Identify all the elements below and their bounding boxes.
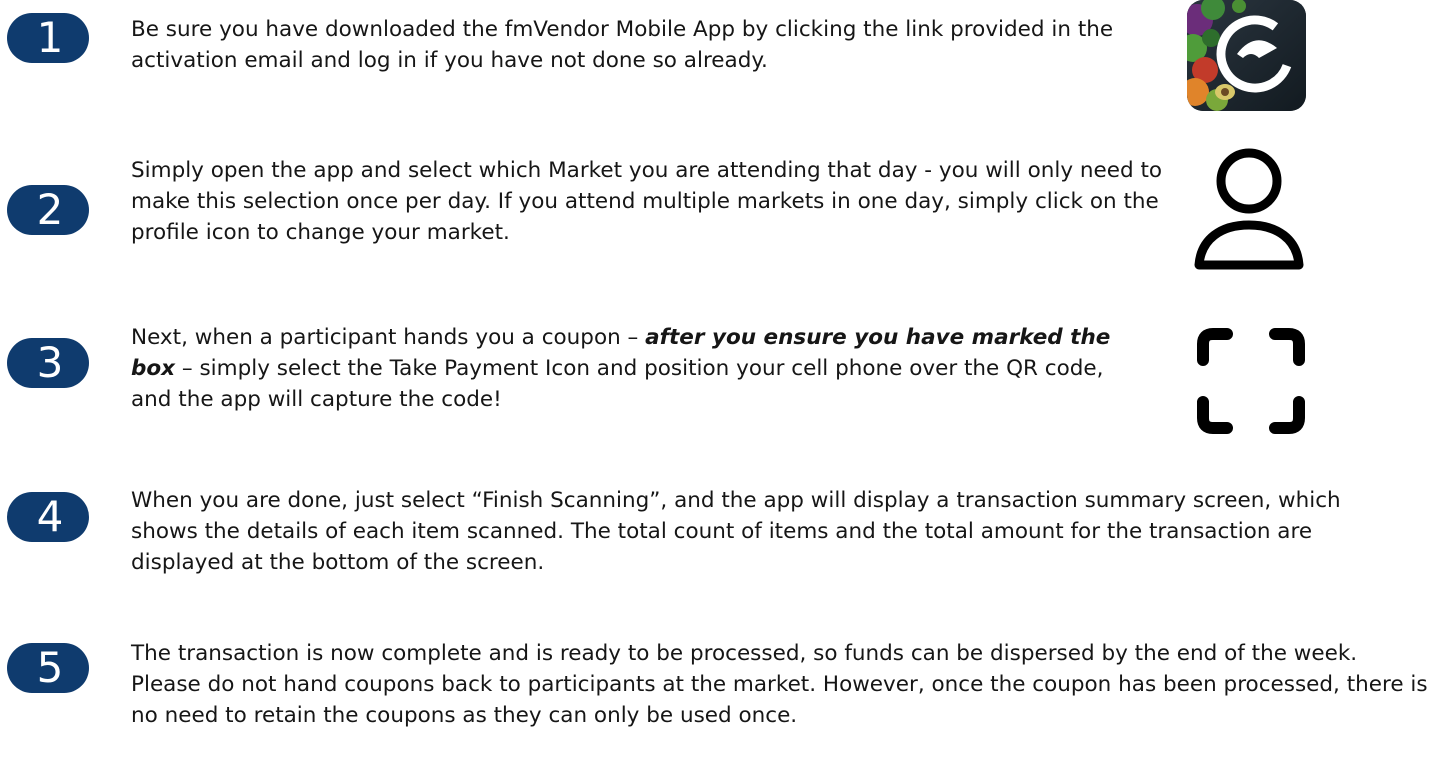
step-text: Be sure you have downloaded the fmVendor… [131,17,1114,73]
step-number-badge: 1 [7,13,89,63]
step-text: Next, when a participant hands you a cou… [131,322,1121,415]
step-number-badge: 2 [7,185,89,235]
step-text: The transaction is now complete and is r… [131,641,1428,728]
step-number-badge: 3 [7,338,89,388]
take-payment-scan-icon [1195,326,1307,436]
step-text: Simply open the app and select which Mar… [131,158,1163,245]
step-number-badge: 5 [7,643,89,693]
fmvendor-app-icon [1187,0,1306,111]
step-text-part: Next, when a participant hands you a cou… [131,325,646,350]
profile-icon [1193,147,1305,271]
step-number-badge: 4 [7,492,89,542]
step-text-part: – simply select the Take Payment Icon an… [131,356,1104,412]
step-text: When you are done, just select “Finish S… [131,488,1341,575]
